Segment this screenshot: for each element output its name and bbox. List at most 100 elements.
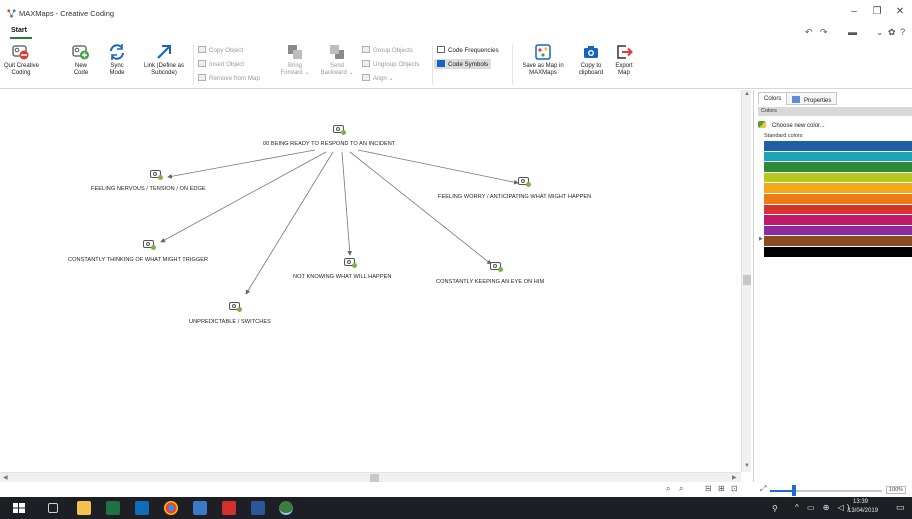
scroll-up-arrow-icon[interactable]: ▲ bbox=[744, 91, 750, 97]
copy-object-button[interactable]: Copy Object bbox=[198, 46, 243, 54]
code-icon[interactable] bbox=[150, 170, 163, 180]
color-swatch[interactable] bbox=[764, 193, 912, 205]
choose-new-color-label: Choose new color... bbox=[772, 123, 825, 129]
bring-forward-button[interactable]: Bring Forward ⌄ bbox=[280, 43, 310, 77]
export-map-button[interactable]: Export Map bbox=[612, 43, 636, 77]
code-icon[interactable] bbox=[333, 125, 346, 135]
system-tray-icons[interactable]: ^ ▭ ⊕ ◁) bbox=[795, 503, 853, 512]
grid-view-icon[interactable]: ⊞ bbox=[718, 484, 725, 493]
color-swatch[interactable] bbox=[764, 215, 912, 226]
new-code-button[interactable]: New Code bbox=[66, 43, 96, 77]
notifications-icon[interactable]: ▭ bbox=[896, 502, 905, 513]
vertical-scrollbar[interactable]: ▲ ▼ bbox=[741, 90, 751, 472]
map-node[interactable]: FEELING NERVOUS / TENSION / ON EDGE bbox=[91, 186, 206, 192]
color-swatch[interactable] bbox=[764, 162, 912, 173]
people-icon[interactable]: ⚲ bbox=[772, 504, 778, 513]
new-code-label: New Code bbox=[73, 63, 89, 76]
save-as-map-button[interactable]: Save as Map in MAXMaps bbox=[518, 43, 568, 77]
code-icon[interactable] bbox=[518, 177, 531, 187]
zoom-in-icon[interactable]: ⌕ bbox=[666, 484, 670, 494]
color-swatch[interactable] bbox=[764, 141, 912, 152]
color-swatch[interactable] bbox=[764, 204, 912, 216]
color-swatch[interactable] bbox=[764, 151, 912, 163]
code-icon[interactable] bbox=[344, 258, 357, 268]
print-icon[interactable]: ▬ bbox=[848, 27, 857, 37]
zoom-slider-icon: ⤢ bbox=[760, 484, 767, 493]
taskbar-time[interactable]: 13:39 bbox=[853, 499, 868, 505]
code-icon[interactable] bbox=[229, 302, 242, 312]
remove-from-map-label: Remove from Map bbox=[209, 75, 260, 82]
color-swatch[interactable] bbox=[764, 172, 912, 184]
zoom-out-icon[interactable]: ⌕ bbox=[679, 484, 683, 494]
bring-forward-label: Bring Forward ⌄ bbox=[280, 63, 310, 76]
ungroup-objects-label: Ungroup Objects bbox=[373, 61, 420, 68]
outlook-icon[interactable] bbox=[135, 501, 149, 515]
close-button[interactable]: ✕ bbox=[892, 6, 908, 17]
acrobat-icon[interactable] bbox=[222, 501, 236, 515]
code-icon[interactable] bbox=[143, 240, 156, 250]
map-node[interactable]: UNPREDICTABLE / SWITCHES bbox=[189, 319, 271, 325]
save-as-map-label: Save as Map in MAXMaps bbox=[522, 63, 564, 76]
chrome-icon[interactable] bbox=[164, 501, 178, 515]
color-swatch[interactable] bbox=[764, 236, 912, 247]
copy-to-clipboard-button[interactable]: Copy to clipboard bbox=[574, 43, 608, 77]
map-node-root[interactable]: 00 BEING READY TO RESPOND TO AN INCIDENT bbox=[263, 141, 395, 147]
map-canvas[interactable]: 00 BEING READY TO RESPOND TO AN INCIDENT… bbox=[0, 90, 741, 470]
edge-nervous bbox=[167, 149, 316, 179]
taskbar-date[interactable]: 13/04/2019 bbox=[848, 508, 878, 514]
fit-page-icon[interactable]: ⊡ bbox=[731, 484, 738, 493]
code-symbols-toggle[interactable]: Code Symbols bbox=[434, 59, 492, 69]
map-node[interactable]: NOT KNOWING WHAT WILL HAPPEN bbox=[293, 274, 391, 280]
copy-to-clipboard-label: Copy to clipboard bbox=[578, 63, 604, 76]
tab-properties[interactable]: Properties bbox=[786, 92, 838, 105]
link-define-as-subcode-label: Link (Define as Subcode) bbox=[143, 63, 185, 76]
windows-start-icon[interactable] bbox=[12, 501, 26, 515]
zoom-value[interactable]: 100% bbox=[886, 486, 907, 494]
remove-from-map-button[interactable]: Remove from Map bbox=[198, 74, 260, 82]
ribbon-tab-row: Start bbox=[0, 27, 912, 41]
zoom-slider-thumb[interactable] bbox=[792, 485, 796, 496]
ungroup-objects-button[interactable]: Ungroup Objects bbox=[362, 60, 419, 68]
minimize-button[interactable]: – bbox=[846, 6, 862, 17]
file-explorer-icon[interactable] bbox=[77, 501, 91, 515]
align-button[interactable]: Align ⌄ bbox=[362, 74, 394, 82]
insert-object-button[interactable]: Insert Object bbox=[198, 60, 244, 68]
swatch-expand-icon[interactable]: ▶ bbox=[759, 236, 763, 242]
horizontal-scrollbar[interactable]: ◀ ▶ bbox=[0, 472, 741, 482]
map-node[interactable]: CONSTANTLY KEEPING AN EYE ON HIM bbox=[436, 279, 544, 285]
color-swatch[interactable] bbox=[764, 225, 912, 237]
windows-taskbar: ⚲ ^ ▭ ⊕ ◁) 13:39 13/04/2019 ▭ bbox=[0, 497, 912, 519]
redo-icon[interactable]: ↷ bbox=[820, 27, 828, 38]
group-objects-button[interactable]: Group Objects bbox=[362, 46, 413, 54]
horizontal-scroll-thumb[interactable] bbox=[370, 474, 379, 482]
undo-icon[interactable]: ↶ bbox=[805, 27, 813, 38]
sync-mode-button[interactable]: Sync Mode bbox=[104, 43, 130, 77]
word-icon[interactable] bbox=[251, 501, 265, 515]
code-frequencies-button[interactable]: Code Frequencies bbox=[437, 46, 499, 54]
scroll-left-arrow-icon[interactable]: ◀ bbox=[3, 474, 8, 481]
tab-start[interactable]: Start bbox=[11, 27, 27, 34]
choose-new-color-button[interactable]: Choose new color... bbox=[758, 121, 825, 129]
fit-width-icon[interactable]: ⊟ bbox=[705, 484, 712, 493]
map-node[interactable]: FEELING WORRY / ANTICIPATING WHAT MIGHT … bbox=[438, 194, 591, 200]
code-icon[interactable] bbox=[490, 262, 503, 272]
scroll-right-arrow-icon[interactable]: ▶ bbox=[732, 474, 737, 481]
scroll-down-arrow-icon[interactable]: ▼ bbox=[744, 463, 750, 469]
color-swatch[interactable] bbox=[764, 183, 912, 194]
send-backward-button[interactable]: Send Backward ⌄ bbox=[318, 43, 356, 77]
vertical-scroll-thumb[interactable] bbox=[743, 275, 751, 285]
maxqda-icon[interactable] bbox=[279, 501, 293, 515]
link-define-as-subcode-button[interactable]: Link (Define as Subcode) bbox=[139, 43, 189, 77]
task-view-icon[interactable] bbox=[48, 503, 58, 513]
tab-colors[interactable]: Colors bbox=[758, 92, 788, 105]
colors-section-header: Colors bbox=[758, 107, 912, 116]
quit-creative-coding-button[interactable]: Quit Creative Coding bbox=[4, 43, 39, 77]
maximize-button[interactable]: ❐ bbox=[869, 6, 885, 17]
map-node[interactable]: CONSTANTLY THINKING OF WHAT MIGHT TRIGGE… bbox=[68, 257, 208, 263]
excel-icon[interactable] bbox=[106, 501, 120, 515]
ribbon-separator bbox=[512, 45, 513, 85]
ribbon-options-icon[interactable]: ⌄ ✿ ? bbox=[876, 27, 906, 38]
sync-mode-label: Sync Mode bbox=[109, 63, 125, 76]
app-icon[interactable] bbox=[193, 501, 207, 515]
color-swatch[interactable] bbox=[764, 246, 912, 258]
